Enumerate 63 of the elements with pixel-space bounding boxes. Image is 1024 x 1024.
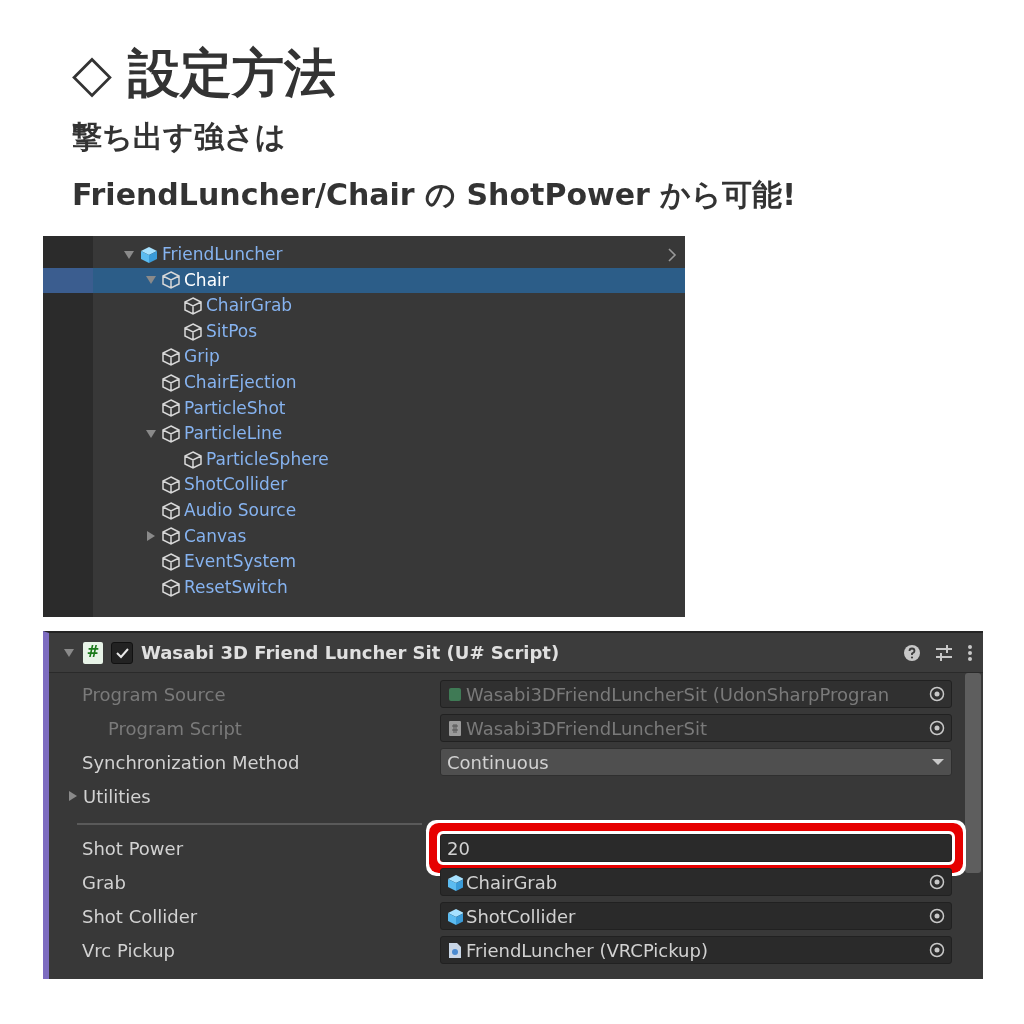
caption-text: FriendLuncher/Chair の ShotPower から可能! [71, 176, 797, 214]
cube-icon [184, 450, 202, 469]
sync-dropdown[interactable]: Continuous [440, 748, 952, 776]
help-icon [903, 643, 921, 662]
hierarchy-item[interactable]: ChairEjection [43, 369, 685, 396]
asset-icon [447, 685, 463, 703]
hierarchy-item[interactable]: ParticleShot [43, 395, 685, 422]
object-picker-icon [929, 686, 945, 702]
script-icon: # [83, 641, 103, 664]
script-file-icon [447, 719, 463, 737]
object-field[interactable]: ShotCollider [440, 902, 952, 930]
field-label: Shot Collider [82, 904, 199, 929]
object-picker-icon [929, 720, 945, 736]
hierarchy-item[interactable]: ShotCollider [43, 472, 685, 498]
object-field[interactable]: FriendLuncher (VRCPickup) [440, 936, 952, 964]
cube-icon [162, 424, 180, 443]
chevron-right-icon [667, 247, 677, 262]
prefab-cube-icon [447, 907, 463, 925]
component-title: Wasabi 3D Friend Luncher Sit (U# Script) [141, 641, 560, 665]
cube-icon [184, 322, 202, 341]
hierarchy-item[interactable]: Chair [43, 267, 685, 294]
utilities-foldout[interactable]: Utilities [67, 782, 151, 810]
hierarchy-item[interactable]: Grip [43, 344, 685, 370]
scrollbar[interactable] [965, 673, 981, 873]
component-icon [447, 941, 463, 959]
diamond-symbol: ◇ [72, 42, 112, 105]
hierarchy-item[interactable]: FriendLuncher [43, 242, 685, 268]
hierarchy-item[interactable]: ChairGrab [43, 293, 685, 319]
cube-icon [162, 399, 180, 418]
hierarchy-item[interactable]: Audio Source [43, 497, 685, 524]
caption-text: 撃ち出す強さは [71, 118, 287, 156]
cube-icon [162, 271, 180, 290]
field-label: Grab [82, 870, 127, 895]
hierarchy-item[interactable]: ParticleLine [43, 421, 685, 447]
object-picker-icon [929, 908, 945, 924]
field-label: Vrc Pickup [82, 938, 176, 963]
hierarchy-item[interactable]: SitPos [43, 318, 685, 345]
field-label: Shot Power [82, 836, 185, 861]
hierarchy-item[interactable]: ResetSwitch [43, 574, 685, 601]
cube-icon [162, 501, 180, 520]
sliders-icon [935, 643, 953, 662]
hierarchy-item[interactable]: ParticleSphere [43, 446, 685, 473]
cube-icon [162, 476, 180, 495]
field-label: Synchronization Method [82, 750, 301, 775]
field-label: Program Source [82, 682, 227, 707]
cube-icon [162, 527, 180, 546]
object-picker-icon [929, 942, 945, 958]
cube-icon [184, 297, 202, 315]
dropdown-caret-icon [931, 758, 945, 766]
more-icon [967, 643, 973, 662]
prefab-cube-icon [447, 873, 463, 891]
hierarchy-item[interactable]: Canvas [43, 523, 685, 550]
object-field[interactable]: ChairGrab [440, 868, 952, 896]
field-label: Program Script [107, 716, 243, 741]
cube-icon [162, 373, 180, 392]
hierarchy-item[interactable]: EventSystem [43, 549, 685, 575]
enabled-checkbox[interactable] [111, 641, 133, 664]
slide-title: 設定方法 [128, 42, 336, 105]
cube-icon [162, 552, 180, 571]
object-picker-icon [929, 874, 945, 890]
cube-icon [162, 578, 180, 597]
cube-icon [162, 348, 180, 367]
prefab-cube-icon [140, 245, 158, 264]
